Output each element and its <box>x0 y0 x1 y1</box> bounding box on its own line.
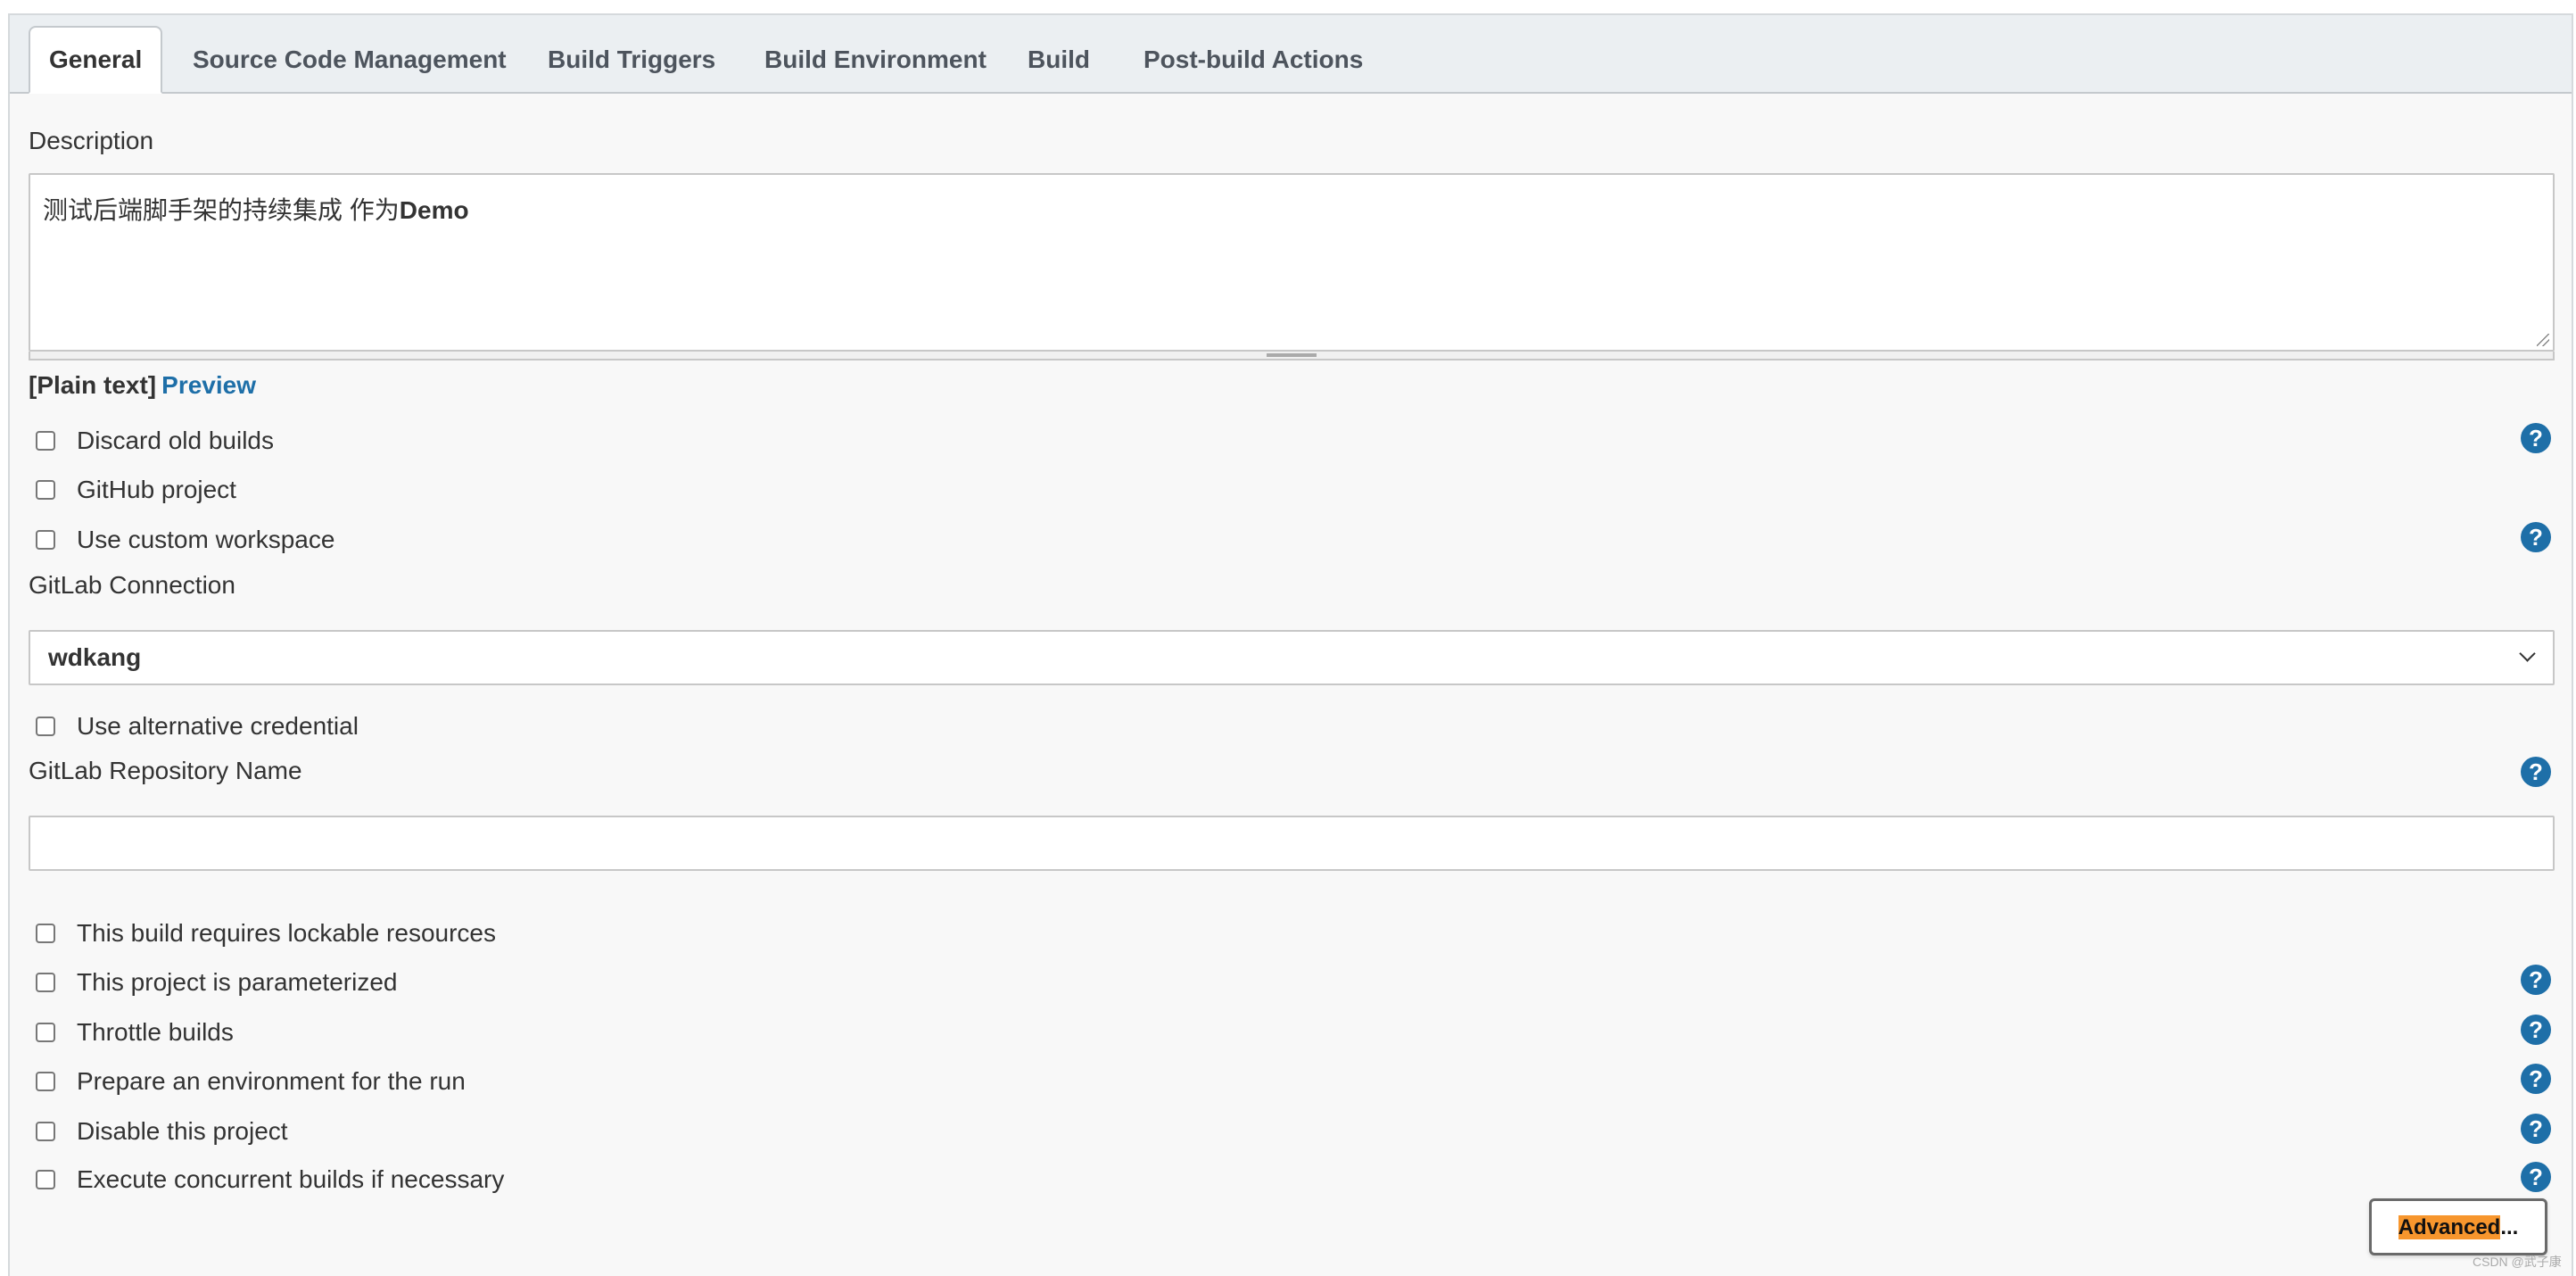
custom-workspace-option[interactable]: Use custom workspace <box>36 522 334 558</box>
format-plain-text: [Plain text] <box>29 371 157 399</box>
resize-corner-icon[interactable] <box>2537 334 2549 346</box>
lockable-resources-label: This build requires lockable resources <box>77 919 496 947</box>
lockable-resources-checkbox[interactable] <box>36 924 55 943</box>
description-label: Description <box>29 127 154 154</box>
custom-workspace-help-icon[interactable]: ? <box>2521 522 2551 552</box>
discard-old-builds-label: Discard old builds <box>77 427 274 454</box>
grip-icon <box>1267 353 1317 357</box>
description-text: 测试后端脚手架的持续集成 作为 <box>43 196 400 224</box>
throttle-builds-option[interactable]: Throttle builds <box>36 1015 234 1050</box>
prepare-environment-option[interactable]: Prepare an environment for the run <box>36 1064 466 1099</box>
description-textarea[interactable]: 测试后端脚手架的持续集成 作为Demo <box>29 173 2555 352</box>
description-text-bold: Demo <box>399 196 469 224</box>
prepare-environment-checkbox[interactable] <box>36 1072 55 1091</box>
disable-project-label: Disable this project <box>77 1117 288 1145</box>
gitlab-repo-help-icon[interactable]: ? <box>2521 757 2551 787</box>
gitlab-repo-label: GitLab Repository Name <box>29 757 302 784</box>
throttle-builds-label: Throttle builds <box>77 1018 234 1046</box>
custom-workspace-checkbox[interactable] <box>36 530 55 550</box>
tab-general[interactable]: General <box>29 26 163 94</box>
job-config-panel: General Source Code Management Build Tri… <box>8 13 2573 1276</box>
watermark: CSDN @武子康 <box>2473 1255 2562 1269</box>
alternative-credential-option[interactable]: Use alternative credential <box>36 708 359 744</box>
disable-project-checkbox[interactable] <box>36 1122 55 1141</box>
parameterized-checkbox[interactable] <box>36 973 55 992</box>
disable-project-option[interactable]: Disable this project <box>36 1114 288 1149</box>
textarea-resize-bar[interactable] <box>29 352 2555 360</box>
prepare-environment-label: Prepare an environment for the run <box>77 1067 466 1095</box>
github-project-label: GitHub project <box>77 476 236 503</box>
advanced-button[interactable]: Advanced... <box>2369 1198 2547 1255</box>
tab-build[interactable]: Build <box>1028 26 1090 94</box>
tab-build-triggers[interactable]: Build Triggers <box>548 26 715 94</box>
concurrent-builds-label: Execute concurrent builds if necessary <box>77 1165 505 1193</box>
tab-post-build-actions[interactable]: Post-build Actions <box>1144 26 1363 94</box>
gitlab-repo-input[interactable] <box>29 816 2555 871</box>
github-project-option[interactable]: GitHub project <box>36 472 236 508</box>
concurrent-builds-help-icon[interactable]: ? <box>2521 1162 2551 1192</box>
disable-project-help-icon[interactable]: ? <box>2521 1114 2551 1144</box>
concurrent-builds-option[interactable]: Execute concurrent builds if necessary <box>36 1162 504 1197</box>
parameterized-label: This project is parameterized <box>77 968 398 996</box>
tab-source-code-management[interactable]: Source Code Management <box>193 26 507 94</box>
alternative-credential-label: Use alternative credential <box>77 712 359 740</box>
tab-build-environment[interactable]: Build Environment <box>764 26 987 94</box>
parameterized-option[interactable]: This project is parameterized <box>36 965 397 1000</box>
concurrent-builds-checkbox[interactable] <box>36 1170 55 1189</box>
preview-link[interactable]: Preview <box>161 371 256 399</box>
config-tab-bar: General Source Code Management Build Tri… <box>10 15 2572 94</box>
discard-old-builds-option[interactable]: Discard old builds <box>36 423 274 459</box>
gitlab-connection-select[interactable]: wdkang <box>29 630 2555 685</box>
custom-workspace-label: Use custom workspace <box>77 526 335 553</box>
lockable-resources-option[interactable]: This build requires lockable resources <box>36 916 496 951</box>
advanced-button-label: Advanced <box>2398 1215 2501 1239</box>
gitlab-connection-value: wdkang <box>48 643 142 671</box>
alternative-credential-checkbox[interactable] <box>36 717 55 736</box>
throttle-builds-checkbox[interactable] <box>36 1023 55 1042</box>
discard-old-builds-help-icon[interactable]: ? <box>2521 423 2551 453</box>
advanced-button-ellipsis: ... <box>2500 1215 2519 1239</box>
prepare-environment-help-icon[interactable]: ? <box>2521 1064 2551 1094</box>
github-project-checkbox[interactable] <box>36 480 55 500</box>
chevron-down-icon <box>2519 645 2536 662</box>
description-format-switch: [Plain text] Preview <box>29 371 256 400</box>
throttle-builds-help-icon[interactable]: ? <box>2521 1015 2551 1045</box>
parameterized-help-icon[interactable]: ? <box>2521 965 2551 995</box>
gitlab-connection-label: GitLab Connection <box>29 571 235 599</box>
discard-old-builds-checkbox[interactable] <box>36 431 55 451</box>
